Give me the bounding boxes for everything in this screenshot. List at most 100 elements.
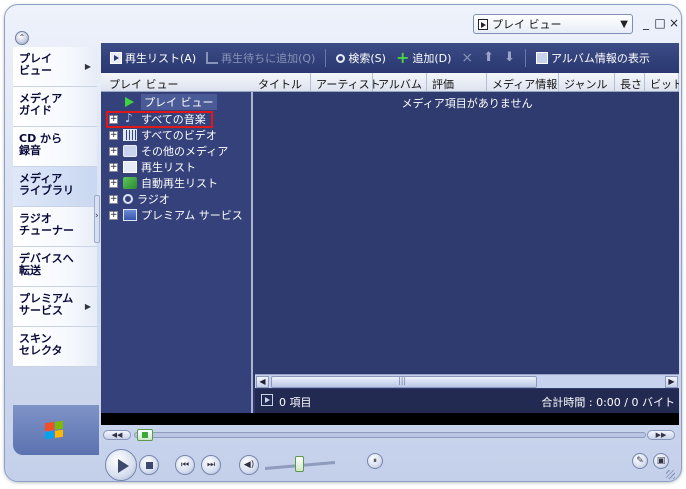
- windows-logo-icon: [45, 420, 63, 440]
- player-window: プレイ ビュー ▼ _ □ × ⌃ プレイ ビュー ▶ メディア ガイド CD か…: [4, 4, 682, 482]
- nav-item-premium-services[interactable]: プレミアム サービス ▶: [13, 287, 97, 327]
- column-title[interactable]: タイトル: [253, 73, 311, 91]
- nav-item-media-library[interactable]: メディア ライブラリ: [13, 167, 97, 207]
- play-button[interactable]: [105, 449, 137, 481]
- tree-item-radio[interactable]: + ラジオ: [101, 191, 170, 207]
- tree-item-other-media[interactable]: + その他のメディア: [101, 143, 228, 159]
- item-count: 0 項目: [279, 396, 312, 409]
- delete-icon: ×: [461, 50, 474, 66]
- column-bitrate[interactable]: ビット: [645, 73, 679, 91]
- play-list-icon[interactable]: [261, 394, 273, 406]
- add-button[interactable]: + 追加(D): [393, 50, 454, 66]
- playlist-icon: [110, 52, 122, 64]
- column-album[interactable]: アルバム: [373, 73, 427, 91]
- minimize-button[interactable]: _: [639, 16, 653, 30]
- tree-item-playlists[interactable]: + 再生リスト: [101, 159, 196, 175]
- tree-header[interactable]: プレイ ビュー: [101, 73, 253, 92]
- seek-bar[interactable]: [134, 432, 646, 438]
- radio-icon: [123, 194, 133, 204]
- taskbar-toggle-handle[interactable]: [94, 195, 100, 243]
- tree-item-premium-services[interactable]: + プレミアム サービス: [101, 207, 243, 223]
- column-length[interactable]: 長さ: [615, 73, 645, 91]
- transport-controls: ◀◀ ▶▶ ⏮ ⏭ ◀) ⏸ ✎ ▣: [101, 425, 679, 483]
- film-icon: [123, 129, 137, 141]
- column-rating[interactable]: 評価: [427, 73, 487, 91]
- nav-item-skin-chooser[interactable]: スキン セレクタ: [13, 327, 97, 367]
- expand-icon[interactable]: +: [109, 210, 118, 220]
- playlist-icon: [123, 161, 137, 173]
- next-button[interactable]: ⏭: [201, 455, 221, 475]
- column-header-row: タイトル アーティスト アルバム 評価 メディア情報 ジャンル 長さ ビット: [253, 73, 679, 92]
- empty-message: メディア項目がありません: [401, 97, 533, 110]
- chevron-down-icon: ▼: [620, 18, 628, 30]
- nav-item-media-guide[interactable]: メディア ガイド: [13, 87, 97, 127]
- album-info-icon: [535, 52, 548, 64]
- other-media-icon: [123, 145, 137, 157]
- delete-button[interactable]: ×: [458, 50, 476, 66]
- close-button[interactable]: ×: [667, 16, 681, 30]
- expand-icon[interactable]: +: [109, 162, 118, 172]
- feature-taskbar: プレイ ビュー ▶ メディア ガイド CD から 録音 メディア ライブラリ ラジ…: [13, 47, 99, 405]
- toolbar-separator: [325, 49, 327, 67]
- scroll-right-icon[interactable]: ▶: [665, 376, 678, 388]
- nav-item-radio-tuner[interactable]: ラジオ チューナー: [13, 207, 97, 247]
- horizontal-scrollbar[interactable]: ◀ ▶: [255, 374, 679, 388]
- resize-grip-icon[interactable]: [666, 470, 675, 479]
- nav-item-copy-from-cd[interactable]: CD から 録音: [13, 127, 97, 167]
- tree-item-all-video[interactable]: + すべてのビデオ: [101, 127, 217, 143]
- expand-icon[interactable]: +: [109, 178, 118, 188]
- expand-icon[interactable]: +: [109, 146, 118, 156]
- play-icon: [125, 97, 134, 107]
- column-media-info[interactable]: メディア情報: [487, 73, 559, 91]
- equalizer-button[interactable]: ⏸: [367, 453, 383, 469]
- mute-button[interactable]: ◀): [239, 455, 259, 475]
- expand-icon[interactable]: +: [109, 130, 118, 140]
- volume-slider[interactable]: [295, 456, 304, 472]
- search-button[interactable]: 検索(S): [333, 50, 389, 66]
- view-selector-label: プレイ ビュー: [492, 18, 562, 31]
- playlist-icon: [478, 18, 488, 30]
- info-strip: [101, 413, 679, 425]
- previous-button[interactable]: ⏮: [175, 455, 195, 475]
- playlist-button[interactable]: 再生リスト(A): [107, 50, 199, 66]
- chevron-right-icon: ▶: [84, 62, 91, 71]
- tree-item-auto-playlists[interactable]: + 自動再生リスト: [101, 175, 218, 191]
- scroll-left-icon[interactable]: ◀: [256, 376, 269, 388]
- stop-button[interactable]: [139, 455, 159, 475]
- plus-icon: +: [395, 48, 410, 67]
- column-genre[interactable]: ジャンル: [559, 73, 615, 91]
- nav-item-now-playing[interactable]: プレイ ビュー ▶: [13, 47, 97, 87]
- move-up-button[interactable]: ⬆: [480, 50, 497, 65]
- expand-icon[interactable]: +: [109, 194, 118, 204]
- arrow-down-icon: ⬇: [504, 50, 515, 65]
- forward-seek-icon[interactable]: ▶▶: [647, 430, 675, 440]
- arrow-up-icon: ⬆: [483, 50, 495, 65]
- move-down-button[interactable]: ⬇: [501, 50, 518, 65]
- media-library-pane: 再生リスト(A) 再生待ちに追加(Q) 検索(S) + 追加(D) × ⬆ ⬇ ア…: [101, 43, 679, 413]
- media-list[interactable]: メディア項目がありません: [255, 92, 679, 373]
- view-selector[interactable]: プレイ ビュー ▼: [473, 14, 633, 34]
- menu-orb-button[interactable]: ⌃: [15, 31, 29, 45]
- column-artist[interactable]: アーティスト: [311, 73, 381, 91]
- highlight-box: [106, 111, 213, 128]
- mini-player-icon[interactable]: ▣: [653, 453, 669, 469]
- total-time: 合計時間 : 0:00 / 0 バイト: [541, 396, 675, 409]
- premium-services-icon: [123, 209, 137, 221]
- album-info-button[interactable]: アルバム情報の表示: [533, 50, 653, 66]
- status-bar: 0 項目 合計時間 : 0:00 / 0 バイト: [255, 389, 679, 413]
- taskbar-footer: [13, 405, 99, 455]
- library-toolbar: 再生リスト(A) 再生待ちに追加(Q) 検索(S) + 追加(D) × ⬆ ⬇ ア…: [101, 43, 679, 73]
- skin-mode-icon[interactable]: ✎: [632, 453, 648, 469]
- rewind-seek-icon[interactable]: ◀◀: [103, 430, 131, 440]
- scrollbar-thumb[interactable]: [271, 376, 537, 388]
- queue-icon: [206, 52, 219, 64]
- seek-thumb[interactable]: [137, 429, 153, 441]
- library-tree: プレイ ビュー + すべての音楽 + すべてのビデオ + その他のメディア + …: [101, 92, 253, 413]
- nav-item-copy-to-device[interactable]: デバイスへ 転送: [13, 247, 97, 287]
- maximize-button[interactable]: □: [653, 16, 667, 30]
- search-icon: [336, 53, 346, 63]
- toolbar-separator: [524, 49, 526, 67]
- tree-item-now-playing[interactable]: プレイ ビュー: [101, 94, 217, 110]
- auto-playlist-icon: [123, 177, 137, 189]
- add-to-queue-button[interactable]: 再生待ちに追加(Q): [203, 50, 318, 66]
